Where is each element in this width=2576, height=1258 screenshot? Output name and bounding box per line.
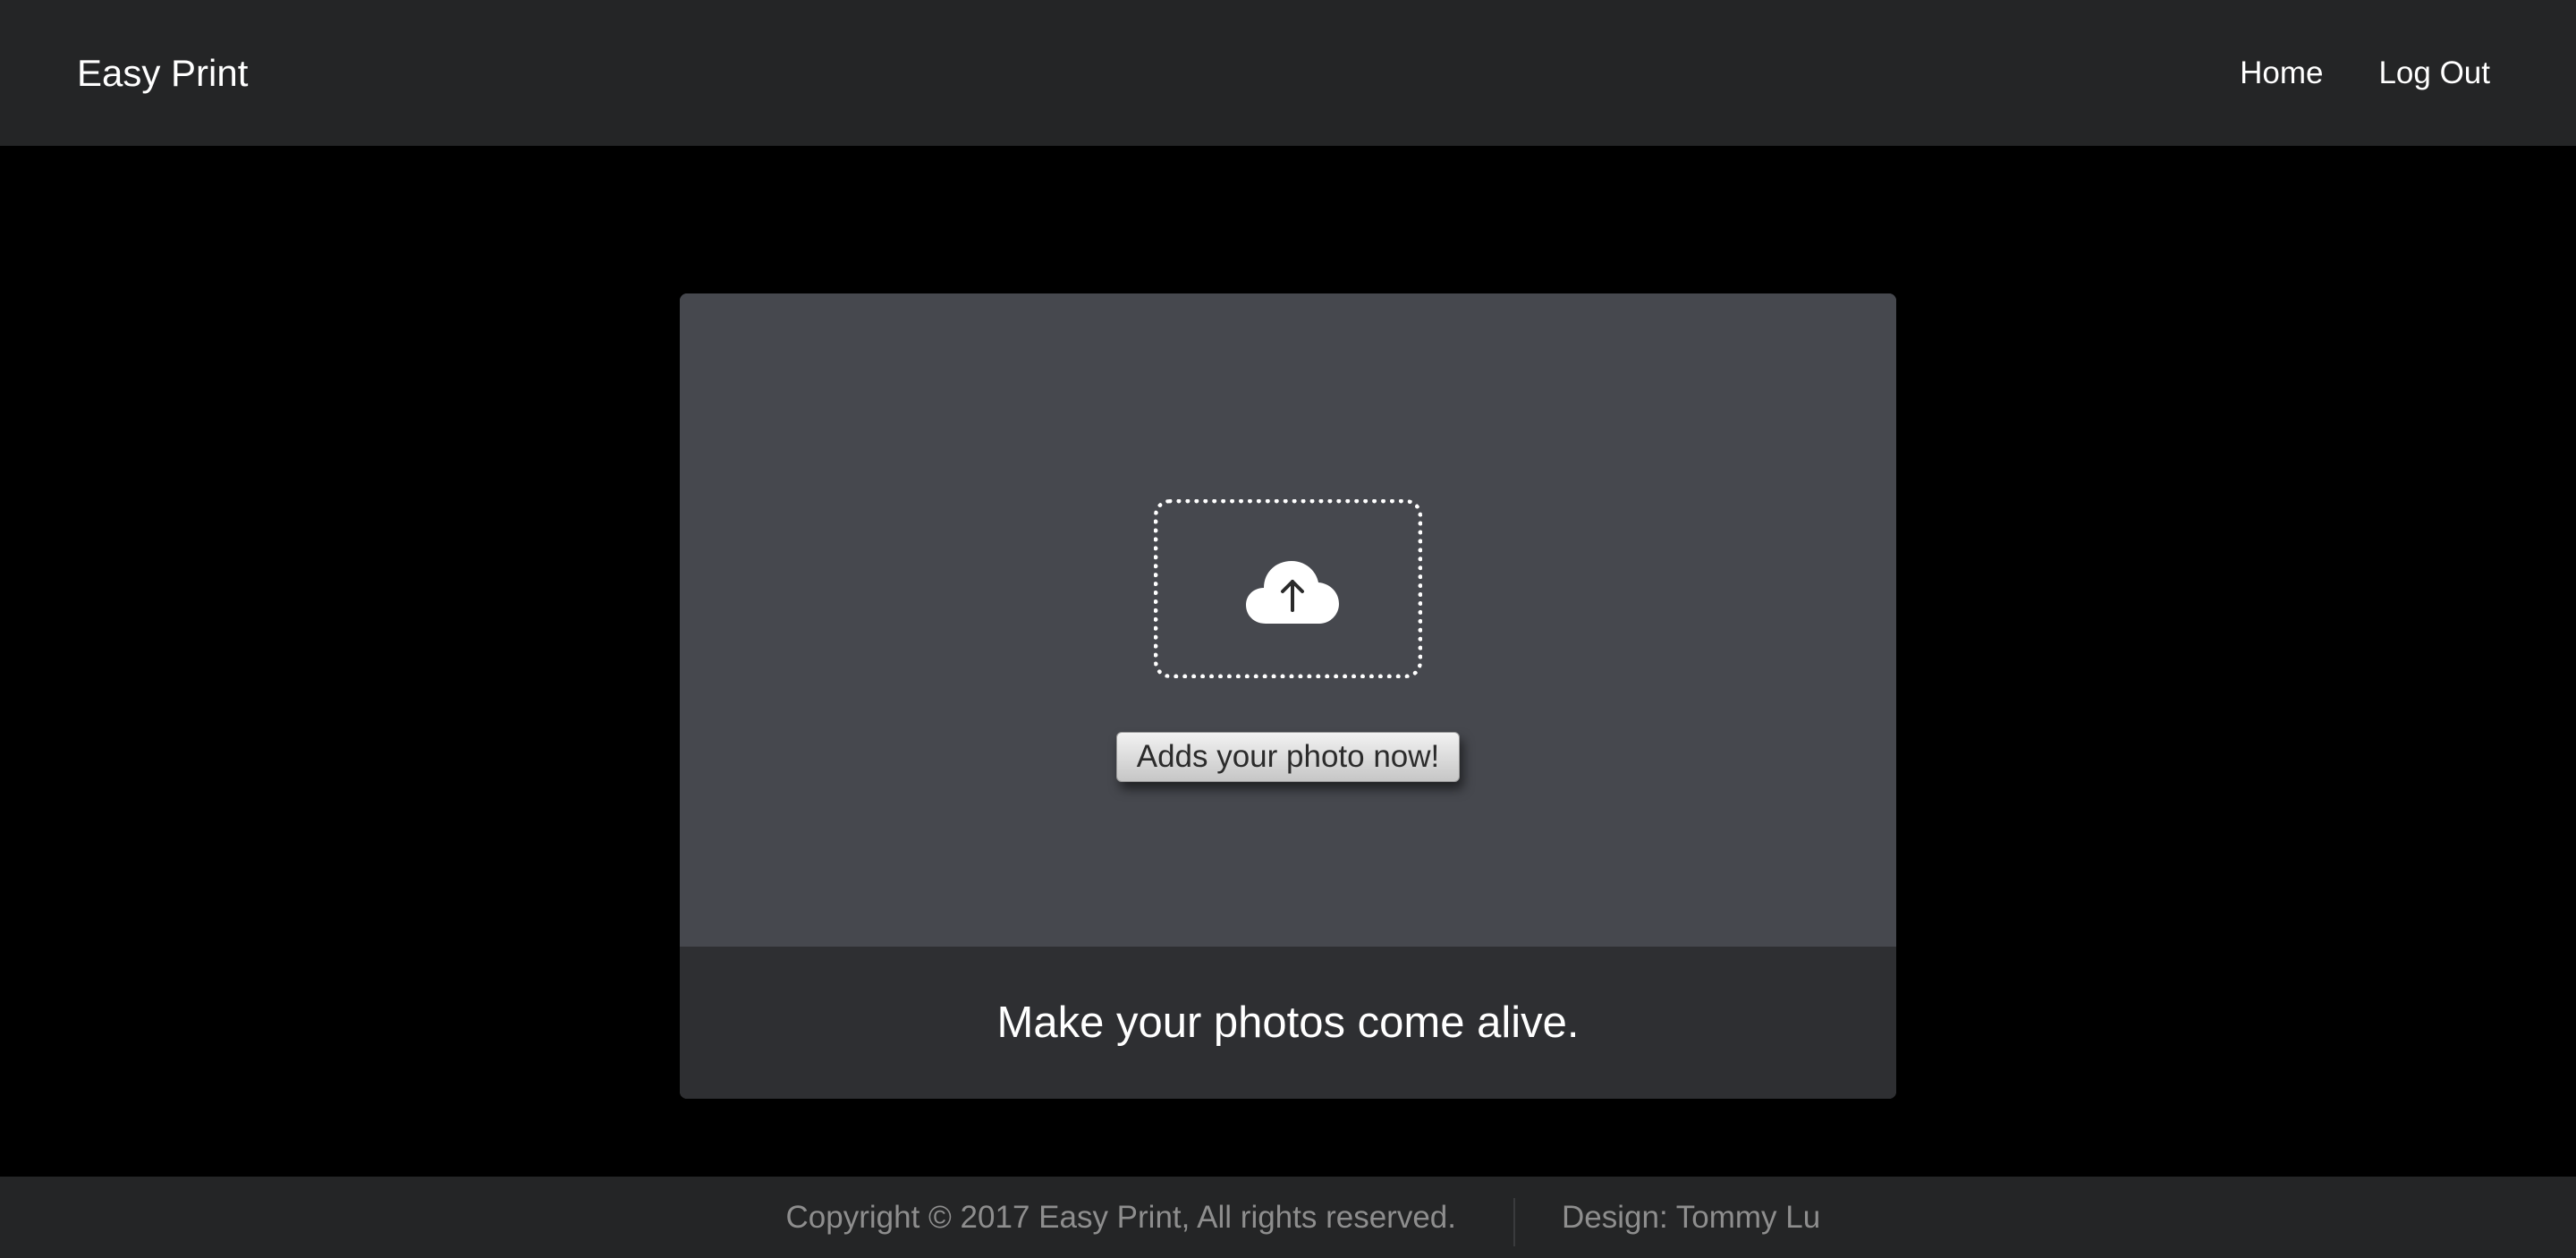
brand-logo-link[interactable]: Easy Print [77, 0, 248, 146]
tagline-banner: Make your photos come alive. [680, 947, 1896, 1099]
footer-design-credit: Design: Tommy Lu [1562, 1200, 1821, 1235]
page: Easy Print Home Log Out Adds your photo … [0, 0, 2576, 1258]
top-navbar: Easy Print Home Log Out [0, 0, 2576, 146]
page-footer: Copyright © 2017 Easy Print, All rights … [0, 1177, 2576, 1258]
main-nav: Home Log Out [2240, 0, 2490, 146]
photo-dropzone[interactable] [1154, 499, 1422, 678]
add-photo-button[interactable]: Adds your photo now! [1116, 732, 1460, 782]
footer-divider [1513, 1198, 1515, 1246]
nav-logout-link[interactable]: Log Out [2378, 55, 2490, 91]
tagline-text: Make your photos come alive. [996, 999, 1580, 1047]
cloud-upload-icon [1246, 561, 1339, 624]
footer-copyright: Copyright © 2017 Easy Print, All rights … [785, 1200, 1456, 1235]
nav-home-link[interactable]: Home [2240, 55, 2323, 91]
upload-card: Adds your photo now! Make your photos co… [680, 293, 1896, 1099]
upload-area: Adds your photo now! [680, 293, 1896, 947]
